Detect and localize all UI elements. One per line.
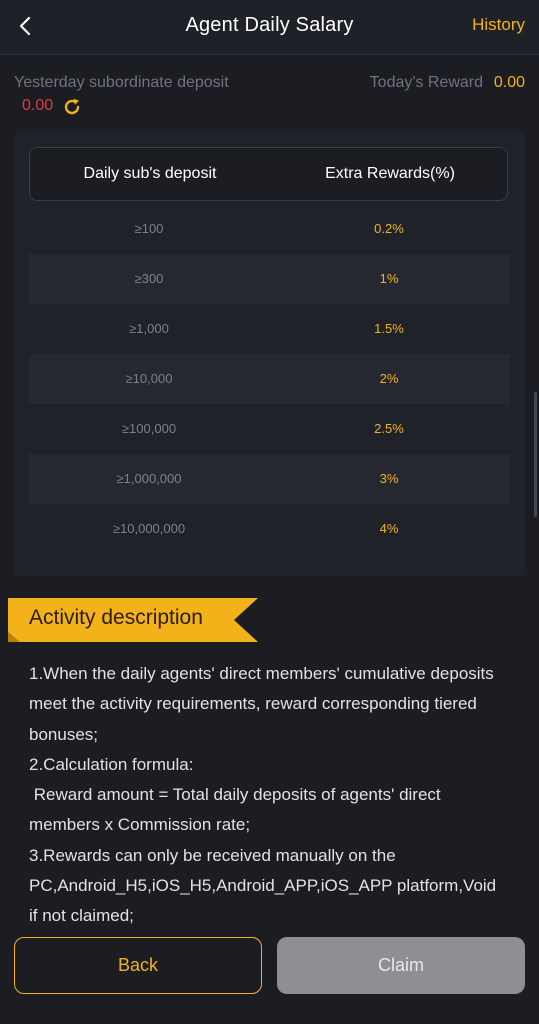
deposit-cell: ≥1,000,000 xyxy=(116,471,182,486)
claim-button[interactable]: Claim xyxy=(277,937,525,994)
stats-panel: Yesterday subordinate deposit 0.00 Today… xyxy=(0,54,539,124)
deposit-cell: ≥1,000 xyxy=(129,321,169,336)
bottom-action-bar: Back Claim xyxy=(0,928,539,1024)
today-reward-value: 0.00 xyxy=(493,74,525,91)
reward-cell: 1.5% xyxy=(374,321,404,336)
reward-cell: 2% xyxy=(379,371,399,386)
history-link[interactable]: History xyxy=(472,15,525,35)
page-title: Agent Daily Salary xyxy=(185,14,354,36)
scrollbar[interactable] xyxy=(534,392,537,517)
reward-tiers-table: Daily sub's deposit Extra Rewards(%) ≥10… xyxy=(14,132,525,576)
reward-cell: 4% xyxy=(379,521,399,536)
column-header-deposit: Daily sub's deposit xyxy=(83,165,217,182)
table-row: ≥100,000 2.5% xyxy=(29,404,510,454)
table-body: ≥100 0.2% ≥300 1% ≥1,000 1.5% ≥10,000 2%… xyxy=(29,204,510,554)
deposit-cell: ≥10,000,000 xyxy=(112,521,186,536)
reward-cell: 0.2% xyxy=(374,221,404,236)
table-row: ≥10,000,000 4% xyxy=(29,504,510,554)
deposit-cell: ≥10,000 xyxy=(125,371,173,386)
deposit-cell: ≥100,000 xyxy=(121,421,177,436)
yesterday-deposit-label: Yesterday subordinate deposit xyxy=(14,74,229,91)
table-row: ≥100 0.2% xyxy=(29,204,510,254)
activity-description-text: 1.When the daily agents' direct members'… xyxy=(29,664,497,926)
section-title: Activity description xyxy=(29,606,203,629)
deposit-cell: ≥100 xyxy=(134,221,164,236)
yesterday-deposit-value: 0.00 xyxy=(22,97,54,114)
table-row: ≥300 1% xyxy=(29,254,510,304)
refresh-icon[interactable] xyxy=(61,96,83,118)
table-row: ≥10,000 2% xyxy=(29,354,510,404)
top-bar: Agent Daily Salary History xyxy=(0,0,539,55)
back-button[interactable]: Back xyxy=(14,937,262,994)
table-row: ≥1,000 1.5% xyxy=(29,304,510,354)
deposit-cell: ≥300 xyxy=(134,271,164,286)
table-header: Daily sub's deposit Extra Rewards(%) xyxy=(29,147,508,201)
reward-cell: 2.5% xyxy=(374,421,404,436)
reward-cell: 1% xyxy=(379,271,399,286)
column-header-reward: Extra Rewards(%) xyxy=(325,165,455,182)
reward-cell: 3% xyxy=(379,471,399,486)
table-row: ≥1,000,000 3% xyxy=(29,454,510,504)
today-reward-label: Today's Reward xyxy=(369,74,483,91)
